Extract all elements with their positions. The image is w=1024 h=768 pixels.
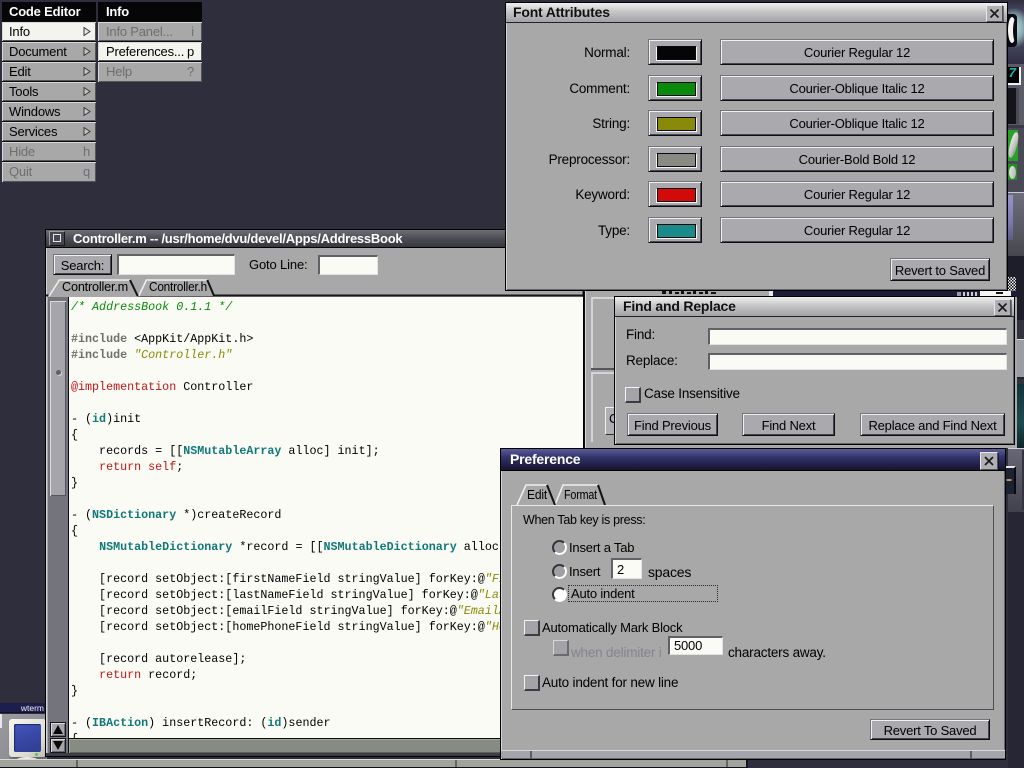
svg-text:Controller.m: Controller.m bbox=[62, 280, 128, 294]
svg-text:Edit: Edit bbox=[527, 487, 548, 502]
svg-text:Format: Format bbox=[564, 487, 597, 502]
svg-text:Controller.h: Controller.h bbox=[149, 280, 207, 294]
